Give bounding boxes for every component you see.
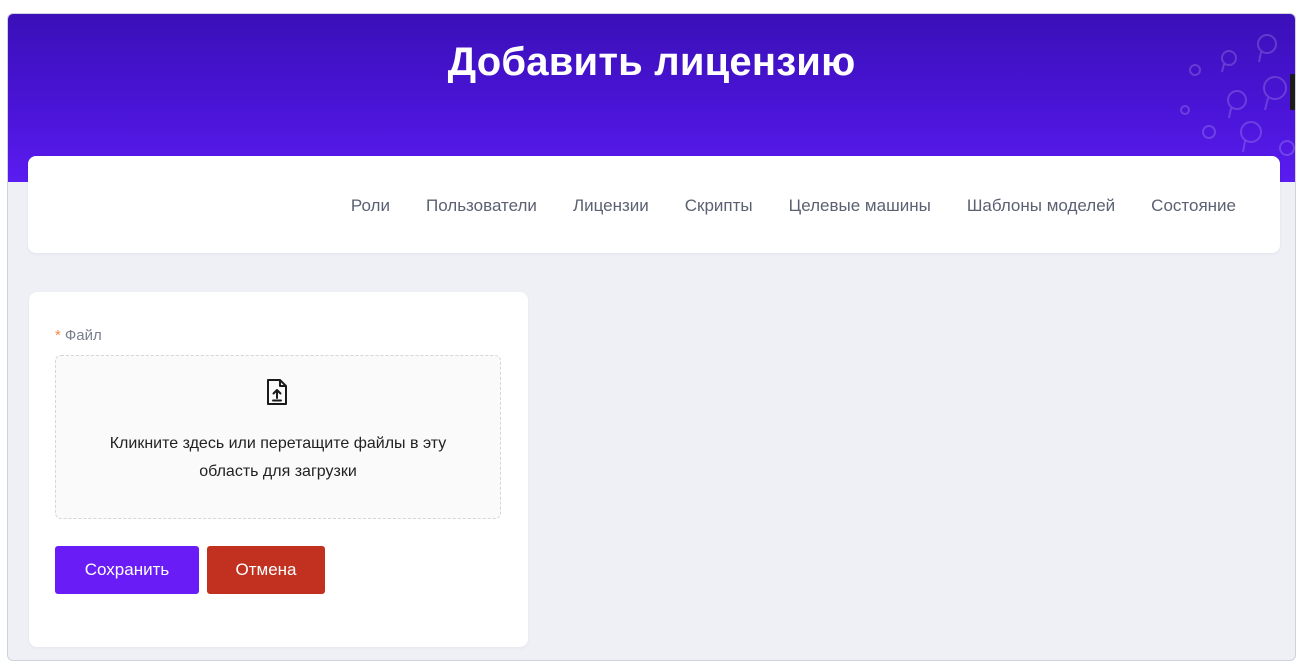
file-dropzone[interactable]: Кликните здесь или перетащите файлы в эт… bbox=[55, 355, 501, 519]
nav-item-model-templates[interactable]: Шаблоны моделей bbox=[967, 196, 1115, 216]
file-label-text: Файл bbox=[64, 327, 102, 344]
nav-item-users[interactable]: Пользователи bbox=[426, 196, 537, 216]
page-title: Добавить лицензию bbox=[447, 40, 856, 84]
file-upload-icon bbox=[267, 379, 287, 405]
nav-item-target-machines[interactable]: Целевые машины bbox=[789, 196, 931, 216]
nav-item-roles[interactable]: Роли bbox=[351, 196, 390, 216]
dropzone-text: Кликните здесь или перетащите файлы в эт… bbox=[109, 435, 447, 480]
nav-list: Роли Пользователи Лицензии Скрипты Целев… bbox=[351, 196, 1236, 216]
license-form-card: * Файл Кликните здесь или перетащите файл… bbox=[29, 292, 528, 647]
edge-scroll-marker bbox=[1290, 74, 1295, 110]
file-field-label: * Файл bbox=[55, 327, 102, 344]
nav-item-status[interactable]: Состояние bbox=[1151, 196, 1236, 216]
nav-item-licenses[interactable]: Лицензии bbox=[573, 196, 649, 216]
cancel-button[interactable]: Отмена bbox=[207, 546, 325, 594]
save-button[interactable]: Сохранить bbox=[55, 546, 199, 594]
decorative-pattern-icon bbox=[1180, 34, 1295, 170]
top-navigation: Роли Пользователи Лицензии Скрипты Целев… bbox=[28, 156, 1280, 253]
required-marker: * bbox=[55, 327, 61, 344]
app-window: Добавить лицензию Роли Пользователи Лице… bbox=[7, 13, 1296, 661]
nav-item-scripts[interactable]: Скрипты bbox=[685, 196, 753, 216]
